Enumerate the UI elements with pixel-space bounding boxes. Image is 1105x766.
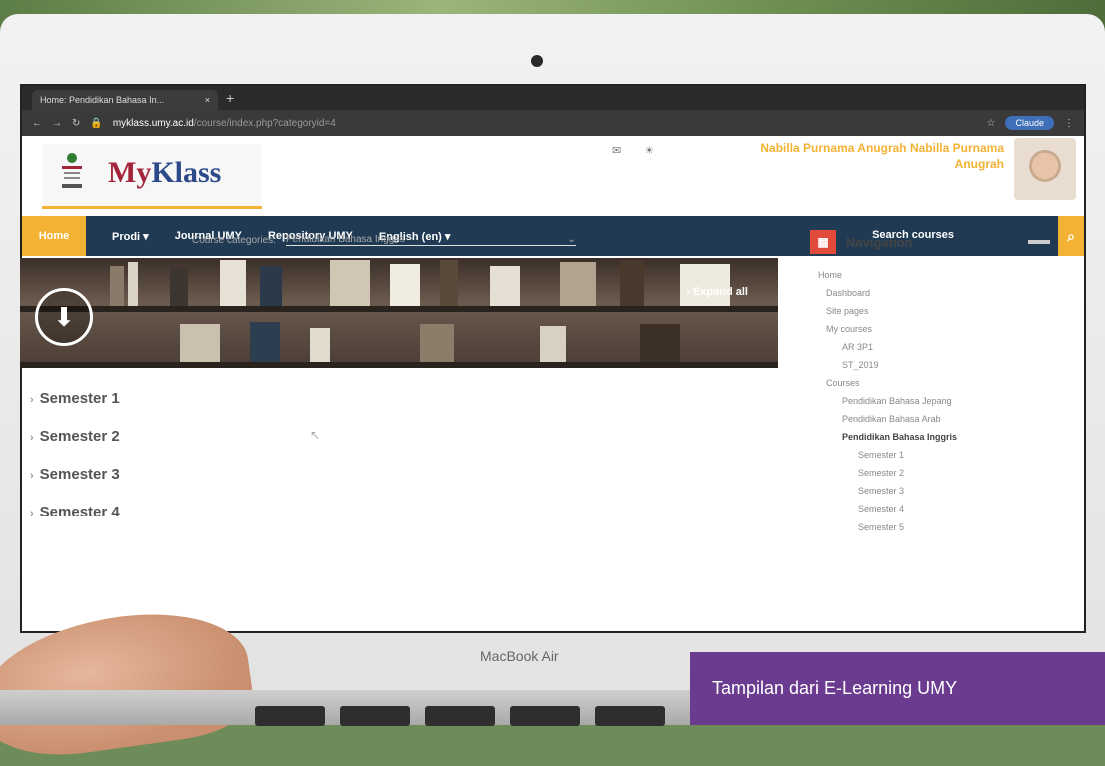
caret-icon: › xyxy=(30,394,34,406)
caption-box: Tampilan dari E-Learning UMY xyxy=(690,652,1105,725)
collapse-icon[interactable] xyxy=(1028,240,1050,244)
nav-tree-item[interactable]: Site pages xyxy=(818,302,1050,320)
category-label: Course categories: xyxy=(192,234,276,246)
browser-tab[interactable]: Home: Pendidikan Bahasa In... × xyxy=(32,90,218,110)
nav-tree-item[interactable]: Dashboard xyxy=(818,284,1050,302)
caret-icon: › xyxy=(30,508,34,516)
caption-text: Tampilan dari E-Learning UMY xyxy=(712,678,958,698)
avatar[interactable] xyxy=(1014,138,1076,200)
nav-tree-item[interactable]: Semester 4 xyxy=(818,500,1050,518)
close-tab-icon[interactable]: × xyxy=(205,95,210,105)
logo-text: MyKlass xyxy=(108,156,222,189)
nav-tree-item[interactable]: Courses xyxy=(818,374,1050,392)
course-content: Course categories: Pendidikan Bahasa Ing… xyxy=(20,228,780,516)
browser-menu-icon[interactable]: ⋮ xyxy=(1064,118,1074,129)
search-icon[interactable]: ⌕ xyxy=(1058,216,1084,256)
mouse-cursor-icon: ↖ xyxy=(310,428,321,442)
back-icon[interactable]: ← xyxy=(32,118,42,129)
tab-title: Home: Pendidikan Bahasa In... xyxy=(40,95,165,105)
nav-tree-item[interactable]: Semester 5 xyxy=(818,518,1050,536)
nav-tree-item[interactable]: My courses xyxy=(818,320,1050,338)
site-header: MyKlass ✉ ☀ Nabilla Purnama Anugrah Nabi… xyxy=(22,136,1084,216)
keyboard-key xyxy=(255,706,325,726)
sitemap-icon: ▦ xyxy=(810,230,836,254)
browser-tab-bar: Home: Pendidikan Bahasa In... × + xyxy=(22,86,1084,110)
nav-tree-item[interactable]: Pendidikan Bahasa Inggris xyxy=(818,428,1050,446)
arrow-down-icon[interactable]: ⬇ xyxy=(35,288,93,346)
navigation-title: Navigation xyxy=(846,234,913,250)
keyboard-key xyxy=(595,706,665,726)
navigation-header: ▦ Navigation xyxy=(810,230,1050,254)
keyboard-key xyxy=(510,706,580,726)
keyboard-key xyxy=(340,706,410,726)
section-semester-1[interactable]: › Semester 1 xyxy=(30,390,780,407)
new-tab-icon[interactable]: + xyxy=(226,90,234,106)
caret-icon: › xyxy=(30,432,34,444)
category-row: Course categories: Pendidikan Bahasa Ing… xyxy=(192,228,780,252)
nav-tree-item[interactable]: Semester 1 xyxy=(818,446,1050,464)
nav-tree-item[interactable]: AR 3P1 xyxy=(818,338,1050,356)
section-semester-3[interactable]: › Semester 3 xyxy=(30,466,780,483)
user-name[interactable]: Nabilla Purnama Anugrah Nabilla Purnama … xyxy=(714,140,1004,172)
nav-tree-item[interactable]: ST_2019 xyxy=(818,356,1050,374)
nav-tree-item[interactable]: Semester 2 xyxy=(818,464,1050,482)
reload-icon[interactable]: ↻ xyxy=(72,118,80,129)
caret-icon: › xyxy=(30,470,34,482)
navigation-tree: Home Dashboard Site pages My courses AR 3P1 S… xyxy=(818,266,1050,536)
navigation-block: ▦ Navigation Home Dashboard Site pages My c… xyxy=(810,230,1050,536)
myklass-logo[interactable]: MyKlass xyxy=(42,144,262,209)
lock-icon: 🔒 xyxy=(90,117,103,129)
webcam xyxy=(531,55,543,67)
forward-icon[interactable]: → xyxy=(52,118,62,129)
url-field[interactable]: myklass.umy.ac.id/course/index.php?categ… xyxy=(113,118,336,129)
message-notification-icons[interactable]: ✉ ☀ xyxy=(612,144,664,157)
section-semester-4[interactable]: › Semester 4 xyxy=(30,504,780,516)
keyboard-key xyxy=(425,706,495,726)
chevron-down-icon: ⌄ xyxy=(567,234,576,245)
umy-logo-icon xyxy=(62,153,82,188)
laptop-brand-label: MacBook Air xyxy=(480,648,559,664)
section-semester-2[interactable]: › Semester 2 xyxy=(30,428,780,445)
nav-tree-item[interactable]: Semester 3 xyxy=(818,482,1050,500)
bookmark-star-icon[interactable]: ☆ xyxy=(987,118,996,129)
nav-tree-item[interactable]: Home xyxy=(818,266,1050,284)
nav-tree-item[interactable]: Pendidikan Bahasa Arab xyxy=(818,410,1050,428)
nav-tree-item[interactable]: Pendidikan Bahasa Jepang xyxy=(818,392,1050,410)
course-banner: ⬇ › Expand all xyxy=(20,258,778,368)
category-select[interactable]: Pendidikan Bahasa Inggris ⌄ xyxy=(285,234,576,246)
address-bar: ← → ↻ 🔒 myklass.umy.ac.id/course/index.p… xyxy=(22,110,1084,136)
expand-all-link[interactable]: › Expand all xyxy=(686,286,748,298)
profile-button[interactable]: Claude xyxy=(1005,116,1054,130)
